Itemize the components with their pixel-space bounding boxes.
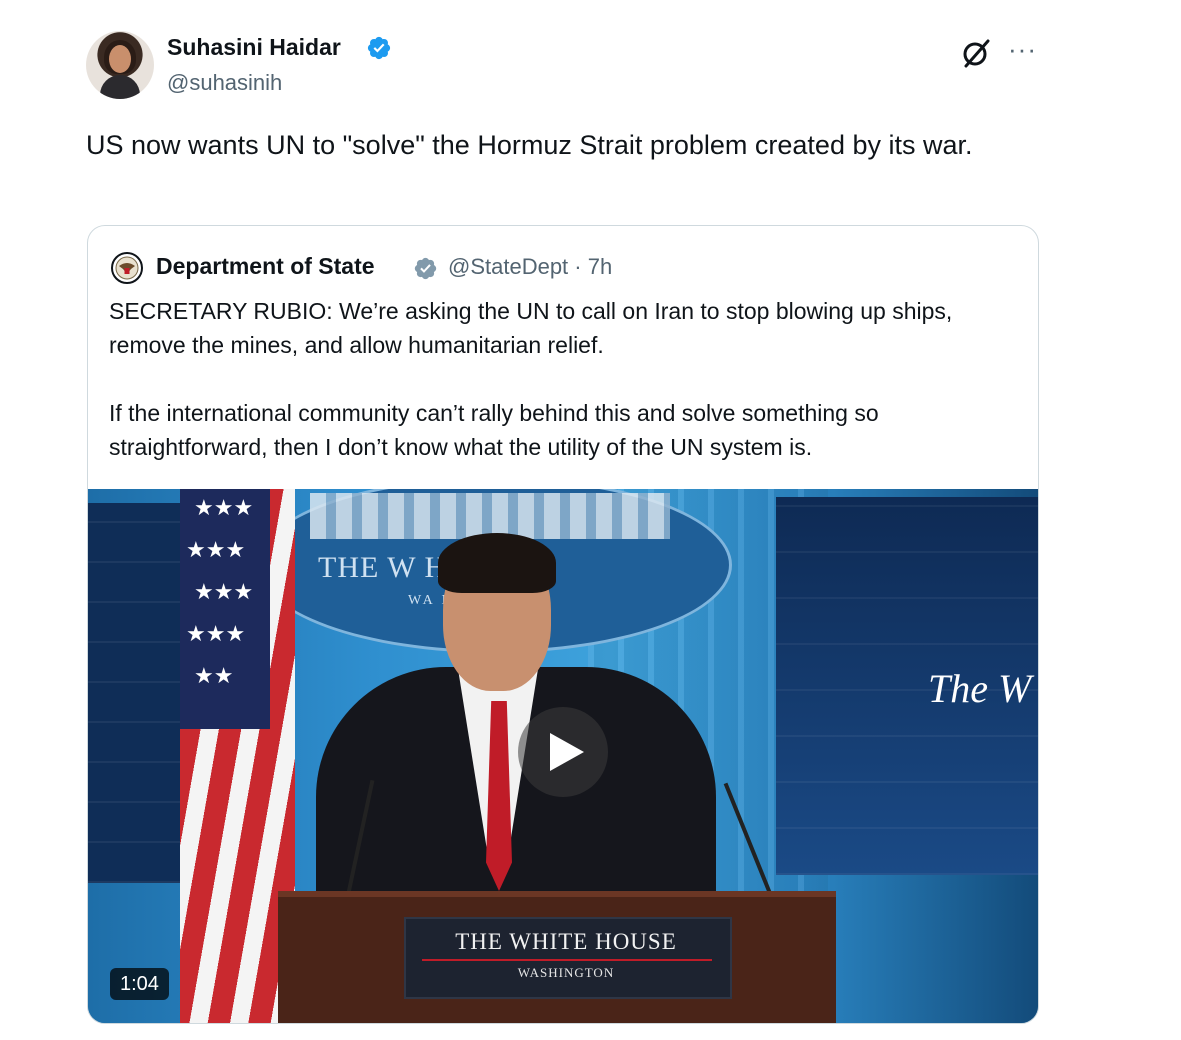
quote-paragraph: SECRETARY RUBIO: We’re asking the UN to … (109, 298, 953, 358)
quoted-tweet[interactable]: Department of State @StateDept · 7h SECR… (87, 225, 1039, 1024)
tweet-text: US now wants UN to "solve" the Hormuz St… (86, 130, 973, 160)
play-icon (550, 733, 584, 771)
quote-text: SECRETARY RUBIO: We’re asking the UN to … (109, 294, 1019, 498)
quote-author-name[interactable]: Department of State (156, 253, 375, 280)
podium-title: THE WHITE HOUSE (455, 929, 677, 954)
flag-union: ★★★ ★★★ ★★★ ★★★ ★★ (180, 489, 270, 729)
tweet: Suhasini Haidar @suhasinih ··· US now wa… (0, 0, 1181, 1040)
podium-divider (422, 959, 712, 961)
video-duration: 1:04 (110, 968, 169, 1000)
author-avatar[interactable] (86, 31, 154, 99)
author-handle[interactable]: @suhasinih (167, 70, 282, 96)
quote-author-handle-time[interactable]: @StateDept · 7h (448, 254, 612, 280)
play-button[interactable] (518, 707, 608, 797)
more-icon[interactable]: ··· (1008, 34, 1037, 64)
avatar-face-shape (109, 45, 131, 73)
avatar-body-shape (100, 75, 140, 99)
gray-verified-badge-icon (414, 257, 437, 280)
state-department-seal-icon (111, 252, 143, 284)
verified-badge-icon (367, 36, 391, 60)
grok-icon[interactable] (960, 36, 994, 70)
podium-subtitle: WASHINGTON (517, 965, 615, 980)
seal-building (310, 493, 670, 539)
video-player[interactable]: THE W HOUSE WA N The W ★★★ ★★★ ★★★ ★★★ ★… (88, 489, 1038, 1023)
right-screen-text: The W (928, 666, 1032, 711)
quote-paragraph: If the international community can’t ral… (109, 400, 879, 460)
author-name[interactable]: Suhasini Haidar (167, 34, 341, 61)
speaker-hair (438, 533, 556, 593)
